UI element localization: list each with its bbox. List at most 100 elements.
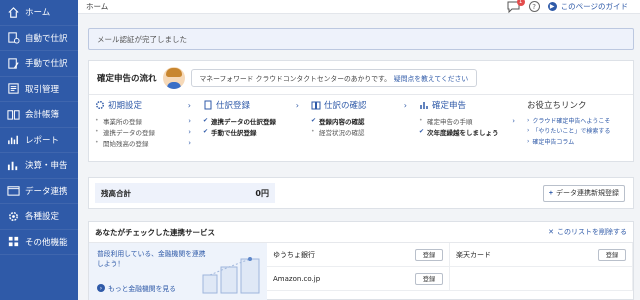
bubble-text: マネーフォワード クラウドコンタクトセンターのあかりです。 <box>199 74 391 83</box>
sidebar-item-report[interactable]: レポート <box>0 128 78 153</box>
step-title[interactable]: 初期設定 › <box>95 98 191 112</box>
step-item[interactable]: • 開始残高の登録 › <box>95 137 191 148</box>
sidebar-item-other[interactable]: その他機能 <box>0 230 78 255</box>
step-journal-entry: 仕訳登録 › ✔ 連携データの仕訳登録 ✔ 手動で仕訳登録 <box>197 95 305 163</box>
step-item[interactable]: • 事業所の登録 › <box>95 115 191 126</box>
auto-journal-icon <box>6 31 20 45</box>
chevron-right-icon: › <box>188 127 191 136</box>
balance-value: 0円 <box>255 188 269 198</box>
chevron-right-icon: › <box>403 100 407 110</box>
chevron-right-icon: › <box>188 138 191 147</box>
step-title[interactable]: 確定申告 <box>419 98 515 112</box>
service-name: ゆうちょ銀行 <box>273 250 315 259</box>
more-banks-link[interactable]: › もっと金融機関を見る <box>97 283 176 293</box>
chat-icon[interactable]: 1 <box>507 0 525 13</box>
step-item-label: 経営状況の確認 <box>319 128 365 137</box>
step-item[interactable]: • 確定申告の手順 › <box>419 115 515 126</box>
step-title-text: 確定申告 <box>432 101 467 111</box>
step-item[interactable]: ✔ 登録内容の確認 <box>311 115 407 126</box>
grid-icon <box>6 235 20 249</box>
step-item-label: 登録内容の確認 <box>319 117 365 126</box>
home-icon <box>6 5 20 19</box>
step-initial-setup: 初期設定 › • 事業所の登録 › • 連携データの登録 › • 開始残高の登録 › <box>89 95 197 163</box>
sidebar: ホーム 自動で仕訳 手動で仕訳 取引管理 会計帳簿 レポート 決算・申告 データ… <box>0 0 78 300</box>
step-item[interactable]: • 連携データの登録 › <box>95 126 191 137</box>
sidebar-item-label: 手動で仕訳 <box>25 59 68 70</box>
useful-link[interactable]: 確定申告コラム <box>527 136 627 147</box>
step-item-label: 連携データの登録 <box>103 128 155 137</box>
close-icon: ✕ <box>548 228 554 236</box>
sidebar-item-settings[interactable]: 各種設定 <box>0 204 78 230</box>
gear-icon <box>96 101 104 109</box>
step-item-label: 確定申告の手順 <box>427 117 473 126</box>
step-title-text: 仕訳登録 <box>216 101 251 111</box>
register-button[interactable]: 登録 <box>415 272 443 285</box>
services-grid: ゆうちょ銀行 登録 楽天カード 登録 Amazon.co.jp 登録 <box>267 243 633 300</box>
step-item-label: 次年度繰越をしましょう <box>427 128 499 137</box>
step-item-label: 連携データの仕訳登録 <box>211 117 276 126</box>
add-data-link-label: データ連携新規登録 <box>556 190 619 197</box>
step-item-label: 手動で仕訳登録 <box>211 128 257 137</box>
useful-links-title: お役立ちリンク <box>527 101 587 111</box>
sidebar-item-label: データ連携 <box>25 186 68 197</box>
sidebar-item-auto-journal[interactable]: 自動で仕訳 <box>0 26 78 51</box>
sidebar-item-label: 決算・申告 <box>25 161 68 172</box>
step-title[interactable]: 仕訳登録 › <box>203 98 299 112</box>
play-icon: ▶ <box>547 2 557 11</box>
plus-circle-icon: › <box>97 284 105 292</box>
add-data-link-button[interactable]: + データ連携新規登録 <box>542 184 625 202</box>
sidebar-item-home[interactable]: ホーム <box>0 0 78 26</box>
useful-link[interactable]: 「やりたいこと」で検索する <box>527 126 627 137</box>
notice-text: メール認証が完了しました <box>97 34 187 44</box>
chevron-right-icon: › <box>188 116 191 125</box>
help-icon[interactable]: ? <box>528 1 540 12</box>
step-item[interactable]: • 経営状況の確認 <box>311 126 407 137</box>
sidebar-item-label: その他機能 <box>25 237 68 248</box>
flow-header: 確定申告の流れ マネーフォワード クラウドコンタクトセンターのあかりです。 疑問… <box>89 61 633 95</box>
tax-return-flow-card: 確定申告の流れ マネーフォワード クラウドコンタクトセンターのあかりです。 疑問… <box>88 60 634 162</box>
delete-list-link[interactable]: ✕ このリストを削除する <box>548 227 627 237</box>
ledger-icon <box>6 107 20 121</box>
sidebar-item-ledger[interactable]: 会計帳簿 <box>0 102 78 128</box>
sidebar-item-data-link[interactable]: データ連携 <box>0 179 78 204</box>
delete-list-label: このリストを削除する <box>557 228 627 236</box>
notification-badge: 1 <box>516 0 525 6</box>
step-journal-review: 仕訳の確認 › ✔ 登録内容の確認 • 経営状況の確認 <box>305 95 413 163</box>
guide-label: このページのガイド <box>560 2 628 11</box>
checked-services-card: あなたがチェックした連携サービス ✕ このリストを削除する 普段利用している、金… <box>88 221 634 300</box>
sidebar-item-label: 自動で仕訳 <box>25 33 68 44</box>
sidebar-item-tax-return[interactable]: 決算・申告 <box>0 153 78 179</box>
sidebar-item-transactions[interactable]: 取引管理 <box>0 77 78 102</box>
sidebar-item-label: 取引管理 <box>25 84 60 95</box>
chart-icon <box>420 102 428 109</box>
page-guide-link[interactable]: ▶ このページのガイド <box>547 1 628 12</box>
report-icon <box>6 133 20 147</box>
step-title-text: 初期設定 <box>108 101 143 111</box>
flow-title: 確定申告の流れ <box>97 73 157 84</box>
sidebar-item-label: ホーム <box>25 8 51 19</box>
data-link-icon <box>6 184 20 198</box>
breadcrumb[interactable]: ホーム <box>86 1 108 12</box>
step-item[interactable]: ✔ 手動で仕訳登録 <box>203 126 299 137</box>
register-button[interactable]: 登録 <box>415 248 443 261</box>
book-icon <box>311 101 321 110</box>
bank-link-promo: 普段利用している、金融機関を連携しよう！ › もっと金融機関を見る <box>89 243 267 300</box>
step-item[interactable]: ✔ 次年度繰越をしましょう <box>419 126 515 137</box>
sidebar-item-manual-journal[interactable]: 手動で仕訳 <box>0 51 78 77</box>
chevron-right-icon: › <box>187 100 191 110</box>
step-item[interactable]: ✔ 連携データの仕訳登録 <box>203 115 299 126</box>
service-item: ゆうちょ銀行 登録 <box>267 243 450 267</box>
useful-links: お役立ちリンク クラウド確定申告へようこそ 「やりたいこと」で検索する 確定申告… <box>521 95 633 163</box>
step-item-label: 事業所の登録 <box>103 117 142 126</box>
balance-card: 残高合計 0円 + データ連携新規登録 <box>88 177 634 209</box>
register-button[interactable]: 登録 <box>598 248 626 261</box>
step-title[interactable]: 仕訳の確認 › <box>311 98 407 112</box>
more-banks-label: もっと金融機関を見る <box>108 285 176 293</box>
useful-link[interactable]: クラウド確定申告へようこそ <box>527 115 627 126</box>
service-item-empty <box>450 267 633 291</box>
manual-journal-icon <box>6 56 20 70</box>
ask-question-link[interactable]: 疑問点を教えてください <box>394 73 468 83</box>
balance-label: 残高合計 <box>101 188 131 198</box>
services-title: あなたがチェックした連携サービス <box>95 227 215 237</box>
service-name: 楽天カード <box>456 250 491 259</box>
